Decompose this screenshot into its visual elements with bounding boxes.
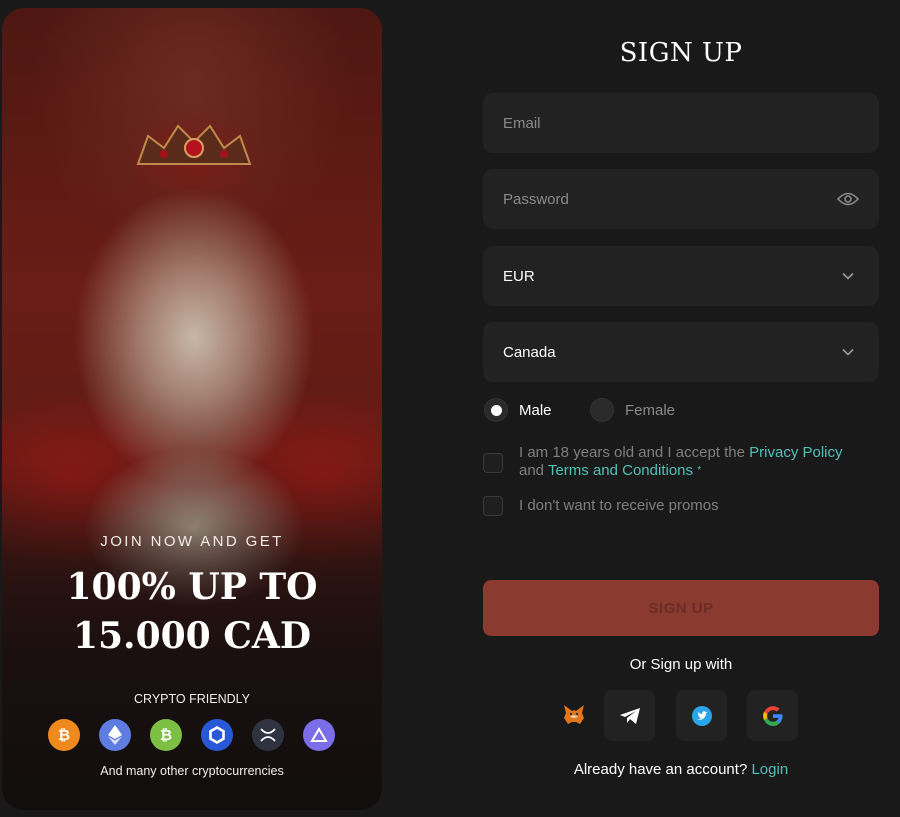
sign-up-button[interactable]: SIGN UP bbox=[483, 580, 879, 636]
promo-bonus-headline: 100% UP TO 15.000 CAD bbox=[2, 563, 382, 661]
email-input[interactable] bbox=[503, 114, 859, 132]
terms-text: I am 18 years old and I accept the Priva… bbox=[519, 444, 843, 479]
login-prompt-text: Already have an account? bbox=[573, 761, 748, 778]
promo-join-text: JOIN NOW AND GET bbox=[100, 533, 284, 550]
promo-bonus-line2: 15.000 CAD bbox=[72, 615, 312, 657]
social-login-row bbox=[562, 690, 798, 741]
promo-bonus-line1: 100% UP TO bbox=[66, 566, 318, 608]
tron-icon bbox=[303, 719, 335, 751]
crypto-more-label: And many other cryptocurrencies bbox=[100, 764, 284, 778]
required-mark: * bbox=[697, 465, 702, 476]
eye-icon[interactable] bbox=[837, 188, 859, 210]
login-link[interactable]: Login bbox=[751, 761, 788, 778]
bitcoin-cash-icon: ₿ bbox=[150, 719, 182, 751]
login-prompt: Already have an account? Login bbox=[483, 761, 879, 778]
password-field[interactable] bbox=[483, 169, 879, 229]
country-value: Canada bbox=[503, 343, 556, 361]
chainlink-icon bbox=[201, 719, 233, 751]
page-title: SIGN UP bbox=[619, 38, 743, 68]
male-radio[interactable] bbox=[484, 398, 508, 422]
email-field[interactable] bbox=[483, 93, 879, 153]
promos-optout: I don't want to receive promos bbox=[483, 496, 859, 516]
promos-checkbox[interactable] bbox=[483, 496, 503, 516]
telegram-button[interactable] bbox=[604, 690, 655, 741]
currency-select[interactable]: EUR bbox=[483, 246, 879, 306]
telegram-icon bbox=[619, 707, 640, 724]
or-sign-up-with-label: Or Sign up with bbox=[629, 656, 733, 673]
terms-checkbox[interactable] bbox=[483, 453, 503, 473]
gender-male-option[interactable]: Male bbox=[484, 398, 552, 422]
password-input[interactable] bbox=[503, 190, 837, 208]
twitter-button[interactable] bbox=[676, 690, 727, 741]
female-label: Female bbox=[625, 401, 676, 419]
ethereum-icon bbox=[99, 719, 131, 751]
chevron-down-icon bbox=[837, 265, 859, 287]
male-label: Male bbox=[519, 401, 552, 419]
chevron-down-icon bbox=[837, 341, 859, 363]
terms-conditions-link[interactable]: Terms and Conditions bbox=[548, 462, 693, 479]
country-select[interactable]: Canada bbox=[483, 322, 879, 382]
crypto-friendly-label: CRYPTO FRIENDLY bbox=[134, 692, 250, 706]
metamask-icon[interactable] bbox=[562, 704, 586, 728]
crypto-icons: ₿ ₿ bbox=[48, 719, 335, 751]
google-button[interactable] bbox=[747, 690, 798, 741]
google-icon bbox=[762, 705, 782, 726]
twitter-icon bbox=[691, 705, 712, 726]
currency-value: EUR bbox=[503, 267, 535, 285]
ripple-icon bbox=[252, 719, 284, 751]
bitcoin-icon: ₿ bbox=[48, 719, 80, 751]
promos-label: I don't want to receive promos bbox=[519, 497, 719, 514]
gender-female-option[interactable]: Female bbox=[590, 398, 675, 422]
terms-consent: I am 18 years old and I accept the Priva… bbox=[483, 444, 859, 480]
promo-banner: JOIN NOW AND GET 100% UP TO 15.000 CAD C… bbox=[2, 8, 382, 810]
crown-illustration bbox=[136, 124, 252, 165]
female-radio[interactable] bbox=[590, 398, 614, 422]
privacy-policy-link[interactable]: Privacy Policy bbox=[749, 444, 842, 461]
